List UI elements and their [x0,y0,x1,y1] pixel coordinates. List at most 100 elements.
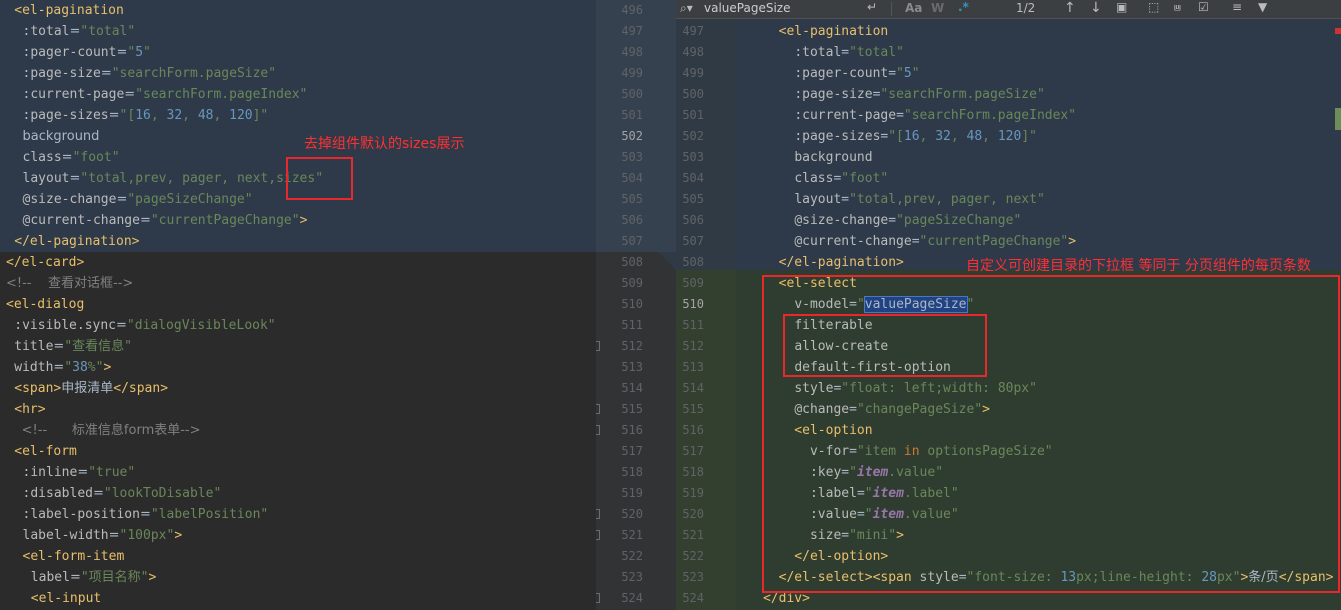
fold-icon[interactable]: - [596,425,600,435]
line-number: 520 [682,507,704,521]
diff-gutter: 496 497 498 499 500 501 502 503 504 505 506 507 508 5… [596,0,736,610]
code-line: <el-input [30,591,102,606]
line-number: 511 [682,318,704,332]
code-line: :visible.sync="dialogVisibleLook" [14,318,276,333]
code-line: <!-- 标准信息form表单--> [21,423,201,438]
line-number: 519 [682,486,704,500]
fold-icon[interactable]: - [596,509,600,519]
code-line: :current-page="searchForm.pageIndex" [22,87,308,102]
left-editor-pane[interactable]: <el-pagination :total="total" :pager-cou… [0,0,596,610]
line-number: 497 [682,24,704,38]
previous-occurrence-icon[interactable]: ↑ [1064,0,1076,16]
line-number: 510 [682,297,704,311]
line-number: 500 [621,87,643,101]
line-number: 509 [682,276,704,290]
code-line: :page-size="searchForm.pageSize" [794,87,1045,102]
code-line: :pager-count="5" [22,45,151,60]
line-number: 499 [621,66,643,80]
fold-icon[interactable]: - [596,341,600,351]
line-number: 497 [621,24,643,38]
line-number: 523 [682,570,704,584]
line-number: 508 [682,255,704,269]
code-line: <hr> [14,402,46,417]
sizes-highlight-box [286,157,353,200]
search-bar: ⌕▾ valuePageSize ↵ Aa W .* 1/2 ↑ ↓ ▣ ⬚ ⩏… [676,0,1341,19]
code-line: <!-- 查看对话框--> [6,276,134,291]
line-number: 502 [682,129,704,143]
line-number: 524 [682,591,704,605]
line-number: 498 [621,45,643,59]
line-number: 513 [621,360,643,374]
line-number: 518 [621,465,643,479]
line-number: 498 [682,45,704,59]
code-line: layout="total,prev, pager, next" [794,192,1045,207]
line-number: 502 [621,129,643,143]
code-line: <el-pagination [763,24,889,39]
add-occurrence-icon[interactable]: ⬚ [1148,0,1159,14]
line-number: 509 [621,276,643,290]
code-line: title="查看信息" [14,339,132,354]
divider [891,2,892,16]
code-line: background [6,129,100,144]
line-number: 523 [621,570,643,584]
words-toggle[interactable]: W [931,1,944,15]
code-line: <el-dialog [6,297,85,312]
filter-icon[interactable]: ▼ [1258,0,1267,14]
code-line: @current-change="currentPageChange"> [22,213,308,228]
line-number: 501 [621,108,643,122]
line-number: 500 [682,87,704,101]
line-number: 517 [621,444,643,458]
line-number: 516 [682,423,704,437]
code-line: :page-sizes="[16, 32, 48, 120]" [794,129,1037,144]
line-number: 514 [621,381,643,395]
line-number: 504 [682,171,704,185]
filterable-options-box [783,314,987,377]
line-number: 499 [682,66,704,80]
code-line: width="38%"> [14,360,112,375]
line-number: 524 [621,591,643,605]
search-input[interactable]: valuePageSize [704,1,790,15]
code-line: :inline="true" [22,465,136,480]
fold-icon[interactable]: - [596,404,600,414]
line-number: 505 [621,192,643,206]
match-case-toggle[interactable]: Aa [905,1,922,15]
next-occurrence-icon[interactable]: ↓ [1090,0,1102,16]
line-number: 515 [682,402,704,416]
line-number: 521 [621,528,643,542]
line-number: 515 [621,402,643,416]
line-number: 506 [621,213,643,227]
fold-icon[interactable]: - [596,593,600,603]
select-all-occurrences-icon[interactable]: ☑ [1198,0,1209,14]
line-number: 513 [682,360,704,374]
code-line: </el-card> [6,255,85,270]
code-line: </el-pagination> [14,234,140,249]
search-icon[interactable]: ⌕▾ [680,1,693,16]
newline-icon[interactable]: ↵ [867,0,877,14]
line-number: 510 [621,297,643,311]
line-number: 520 [621,507,643,521]
line-number: 508 [621,255,643,269]
line-number: 507 [682,234,704,248]
code-line: :total="total" [22,24,136,39]
code-line: :disabled="lookToDisable" [22,486,222,501]
line-number: 511 [621,318,643,332]
regex-toggle[interactable]: .* [958,0,969,14]
code-line: :total="total" [794,45,904,60]
code-line: @current-change="currentPageChange"> [794,234,1077,249]
line-number: 505 [682,192,704,206]
line-number: 501 [682,108,704,122]
select-all-icon[interactable]: ▣ [1116,0,1127,14]
code-line: :page-sizes="[16, 32, 48, 120]" [22,108,269,123]
fold-icon[interactable]: - [596,530,600,540]
line-number: 512 [621,339,643,353]
line-number: 516 [621,423,643,437]
right-editor-pane[interactable]: <el-pagination :total="total" :pager-cou… [736,0,1341,610]
match-count: 1/2 [1016,1,1036,15]
line-number: 521 [682,528,704,542]
filter-lines-icon[interactable]: ≡ [1232,0,1242,14]
line-number: 503 [682,150,704,164]
code-line: :label-position="labelPosition" [22,507,269,522]
remove-occurrence-icon[interactable]: ⩏ [1174,0,1181,15]
code-line: :page-size="searchForm.pageSize" [22,66,277,81]
line-number: 504 [621,171,643,185]
